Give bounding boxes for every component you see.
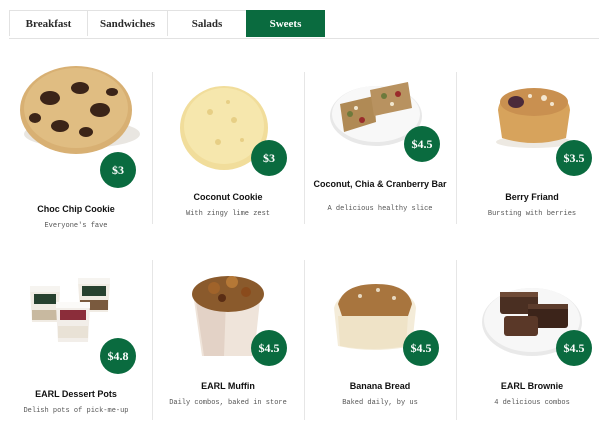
price-badge: $3 (100, 152, 136, 188)
product-name: Banana Bread (349, 381, 411, 391)
banana-bread-image (304, 260, 456, 390)
product-name: EARL Brownie (500, 381, 564, 391)
price-badge: $4.5 (404, 126, 440, 162)
product-card[interactable]: $4.8 EARL Dessert Pots Delish pots of pi… (0, 250, 152, 430)
product-card[interactable]: $4.5 EARL Brownie 4 delicious combos (456, 250, 608, 430)
product-card[interactable]: $4.5 EARL Muffin Daily combos, baked in … (152, 250, 304, 430)
product-description: Everyone's fave (44, 222, 108, 230)
product-name: Berry Friand (505, 192, 559, 202)
product-description: A delicious healthy slice (327, 205, 433, 213)
product-name: EARL Dessert Pots (35, 389, 117, 399)
product-card[interactable]: $3 Choc Chip Cookie Everyone's fave (0, 60, 152, 240)
bar-slice-image (304, 60, 456, 190)
dessert-pots-image (0, 260, 152, 390)
price-badge: $3 (251, 140, 287, 176)
product-description: Bursting with berries (487, 210, 577, 218)
price-badge: $4.5 (403, 330, 439, 366)
price-badge: $4.8 (100, 338, 136, 374)
tab-sandwiches[interactable]: Sandwiches (87, 10, 168, 36)
product-description: Baked daily, by us (342, 399, 418, 407)
product-card[interactable]: $3 Coconut Cookie With zingy lime zest (152, 60, 304, 240)
price-badge: $4.5 (251, 330, 287, 366)
product-description: Delish pots of pick-me-up (23, 407, 129, 415)
product-card[interactable]: $4.5 Banana Bread Baked daily, by us (304, 250, 456, 430)
product-description: 4 delicious combos (494, 399, 570, 407)
price-badge: $4.5 (556, 330, 592, 366)
product-name: EARL Muffin (201, 381, 255, 391)
tab-breakfast[interactable]: Breakfast (9, 10, 88, 36)
product-name: Coconut, Chia & Cranberry Bar (313, 179, 447, 189)
tab-sweets[interactable]: Sweets (246, 10, 325, 37)
tab-salads[interactable]: Salads (167, 10, 247, 36)
product-name: Coconut Cookie (193, 192, 263, 202)
product-name: Choc Chip Cookie (37, 204, 115, 214)
category-tabs: Breakfast Sandwiches Salads Sweets (9, 10, 599, 39)
product-card[interactable]: $3.5 Berry Friand Bursting with berries (456, 60, 608, 240)
price-badge: $3.5 (556, 140, 592, 176)
product-description: With zingy lime zest (185, 210, 270, 218)
product-card[interactable]: $4.5 Coconut, Chia & Cranberry Bar A del… (304, 60, 456, 240)
brownie-image (456, 260, 608, 390)
muffin-image (152, 260, 304, 390)
product-description: Daily combos, baked in store (169, 399, 287, 407)
